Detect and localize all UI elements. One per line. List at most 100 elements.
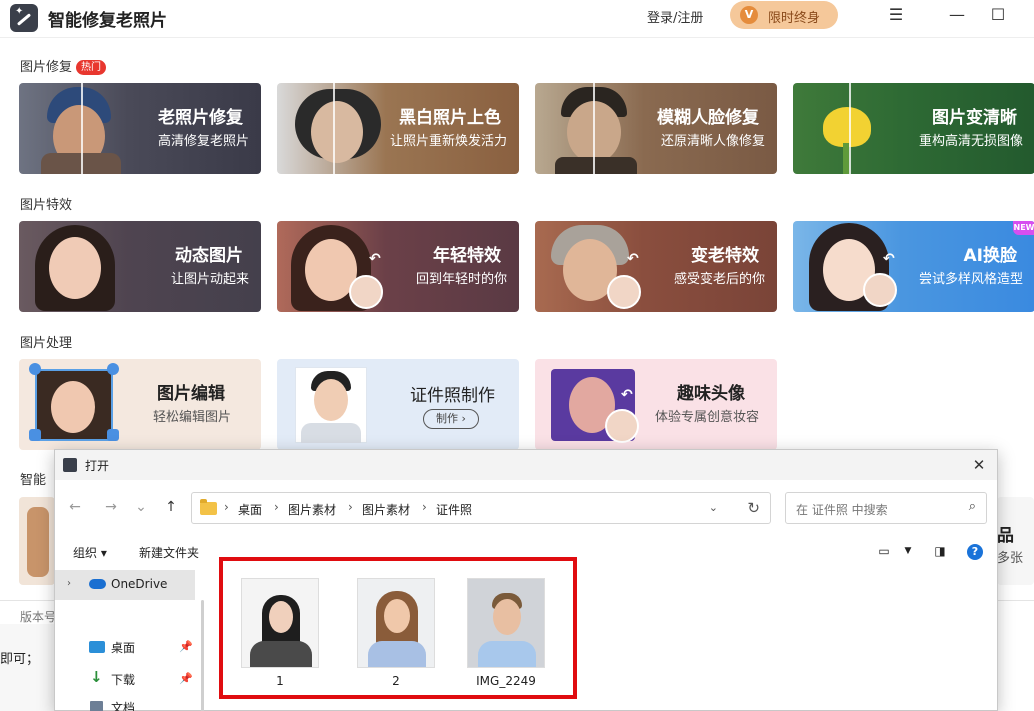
nav-item-downloads[interactable]: ↓ 下载 📌 [55, 664, 195, 694]
card-fun-avatar[interactable]: ↶ 趣味头像 体验专属创意妆容 [535, 359, 777, 450]
card-title: 老照片修复 [158, 108, 243, 128]
cloud-icon [89, 579, 106, 589]
card-photo [19, 359, 131, 450]
nav-item-label: 桌面 [111, 641, 136, 655]
chevron-down-icon[interactable]: ▼ [899, 542, 917, 560]
breadcrumb-item[interactable]: 图片素材 [288, 501, 336, 518]
card-sharpen[interactable]: 图片变清晰 重构高清无损图像 [793, 83, 1034, 174]
breadcrumb-item[interactable]: 桌面 [238, 501, 262, 518]
chevron-right-icon[interactable]: › [67, 578, 71, 589]
card-partial-left[interactable] [19, 497, 55, 585]
card-title: 趣味头像 [677, 384, 745, 404]
back-icon[interactable]: ← [65, 497, 85, 517]
card-photo [277, 359, 389, 450]
card-title: 黑白照片上色 [399, 108, 501, 128]
card-younger-effect[interactable]: ↶ 年轻特效 回到年轻时的你 [277, 221, 519, 312]
card-subtitle: 还原清晰人像修复 [660, 134, 765, 149]
hot-badge: 热门 [76, 60, 107, 75]
card-subtitle: 体验专属创意妆容 [654, 410, 759, 425]
version-label: 版本号 [20, 610, 57, 624]
card-photo: ↶ [277, 221, 389, 312]
card-subtitle: 回到年轻时的你 [415, 272, 507, 287]
pin-icon: 📌 [179, 672, 193, 685]
card-title: 变老特效 [691, 246, 759, 266]
card-partial-right[interactable]: 品 多张 [997, 497, 1034, 585]
chevron-down-icon[interactable]: ⌄ [709, 501, 718, 514]
recent-locations-icon[interactable]: ⌄ [131, 497, 151, 517]
nav-item-documents[interactable]: 文档 [55, 692, 195, 711]
navigation-pane: › OneDrive 桌面 📌 ↓ 下载 📌 文档 [55, 566, 201, 711]
highlight-box [219, 557, 577, 699]
crumb-separator: › [422, 500, 427, 514]
card-animated-photo[interactable]: 动态图片 让图片动起来 [19, 221, 261, 312]
pin-icon: 📌 [179, 640, 193, 653]
up-icon[interactable]: ↑ [161, 497, 181, 517]
avatar [863, 273, 897, 307]
dialog-app-icon [63, 458, 77, 472]
card-title: 图片编辑 [157, 384, 225, 404]
minimize-icon[interactable]: — [945, 4, 969, 26]
organize-button[interactable]: 组织 ▾ [73, 544, 107, 561]
open-file-dialog: 打开 ✕ ← → ⌄ ↑ › 桌面 › 图片素材 › 图片素材 › 证件照 ⌄ … [54, 449, 998, 711]
crumb-separator: › [348, 500, 353, 514]
avatar [607, 275, 641, 309]
card-partial-sub: 多张 [997, 551, 1024, 566]
section-title-partial: 智能 [20, 473, 47, 488]
vip-label: 限时终身 [768, 11, 821, 26]
login-register-link[interactable]: 登录/注册 [647, 7, 703, 26]
card-subtitle: 让照片重新焕发活力 [389, 134, 507, 149]
card-photo [535, 83, 647, 174]
search-icon: ⌕ [968, 499, 976, 514]
card-title: AI换脸 [963, 246, 1017, 266]
card-colorize[interactable]: 黑白照片上色 让照片重新焕发活力 [277, 83, 519, 174]
card-ai-face-swap[interactable]: ↶ AI换脸 尝试多样风格造型 NEW [793, 221, 1034, 312]
card-title: 动态图片 [175, 246, 243, 266]
card-older-effect[interactable]: ↶ 变老特效 感受变老后的你 [535, 221, 777, 312]
new-badge: NEW [1013, 221, 1034, 235]
breadcrumb-item[interactable]: 证件照 [436, 501, 472, 518]
close-icon[interactable]: ✕ [969, 455, 989, 475]
maximize-icon[interactable]: ☐ [986, 4, 1010, 26]
left-panel-bg [0, 624, 54, 711]
address-bar[interactable]: › 桌面 › 图片素材 › 图片素材 › 证件照 ⌄ ↻ [191, 492, 771, 524]
card-partial-title: 品 [997, 526, 1014, 546]
dialog-title: 打开 [85, 459, 110, 473]
refresh-icon[interactable]: ↻ [747, 499, 760, 517]
nav-scrollbar[interactable] [201, 600, 204, 711]
menu-icon[interactable]: ☰ [884, 4, 908, 26]
card-old-photo-repair[interactable]: 老照片修复 高清修复老照片 [19, 83, 261, 174]
avatar [605, 409, 639, 443]
search-input[interactable]: 在 证件照 中搜索 ⌕ [785, 492, 987, 524]
card-photo [19, 83, 131, 174]
card-title: 模糊人脸修复 [657, 108, 759, 128]
card-photo [277, 83, 389, 174]
view-mode-icon[interactable]: ▭ [875, 542, 893, 560]
section-title-processing: 图片处理 [20, 336, 73, 351]
card-subtitle: 重构高清无损图像 [918, 134, 1023, 149]
breadcrumb-item[interactable]: 图片素材 [362, 501, 410, 518]
card-id-photo[interactable]: 证件照制作 制作 › [277, 359, 519, 450]
nav-item-label: OneDrive [111, 577, 168, 591]
help-icon[interactable]: ? [967, 544, 983, 560]
arrow-icon: ↶ [883, 251, 895, 267]
vip-button[interactable]: V 限时终身 [730, 1, 838, 29]
section-title-effects: 图片特效 [20, 198, 73, 213]
new-folder-button[interactable]: 新建文件夹 [139, 544, 199, 561]
section-title-label: 图片修复 [20, 60, 73, 75]
nav-item-desktop[interactable]: 桌面 📌 [55, 632, 195, 662]
download-icon: ↓ [90, 668, 103, 686]
preview-pane-icon[interactable]: ◨ [931, 542, 949, 560]
forward-icon[interactable]: → [101, 497, 121, 517]
nav-item-label: 文档 [111, 701, 136, 711]
card-subtitle: 让图片动起来 [170, 272, 249, 287]
card-subtitle: 尝试多样风格造型 [918, 272, 1023, 287]
make-button[interactable]: 制作 › [423, 409, 479, 429]
nav-item-onedrive[interactable]: › OneDrive [55, 570, 195, 600]
card-title: 证件照制作 [410, 386, 495, 406]
card-photo: ↶ [793, 221, 905, 312]
section-title-repair: 图片修复 热门 [20, 56, 107, 75]
desktop-icon [89, 641, 105, 653]
card-photo-edit[interactable]: 图片编辑 轻松编辑图片 [19, 359, 261, 450]
card-photo: ↶ [535, 221, 647, 312]
card-blurry-face-repair[interactable]: 模糊人脸修复 还原清晰人像修复 [535, 83, 777, 174]
